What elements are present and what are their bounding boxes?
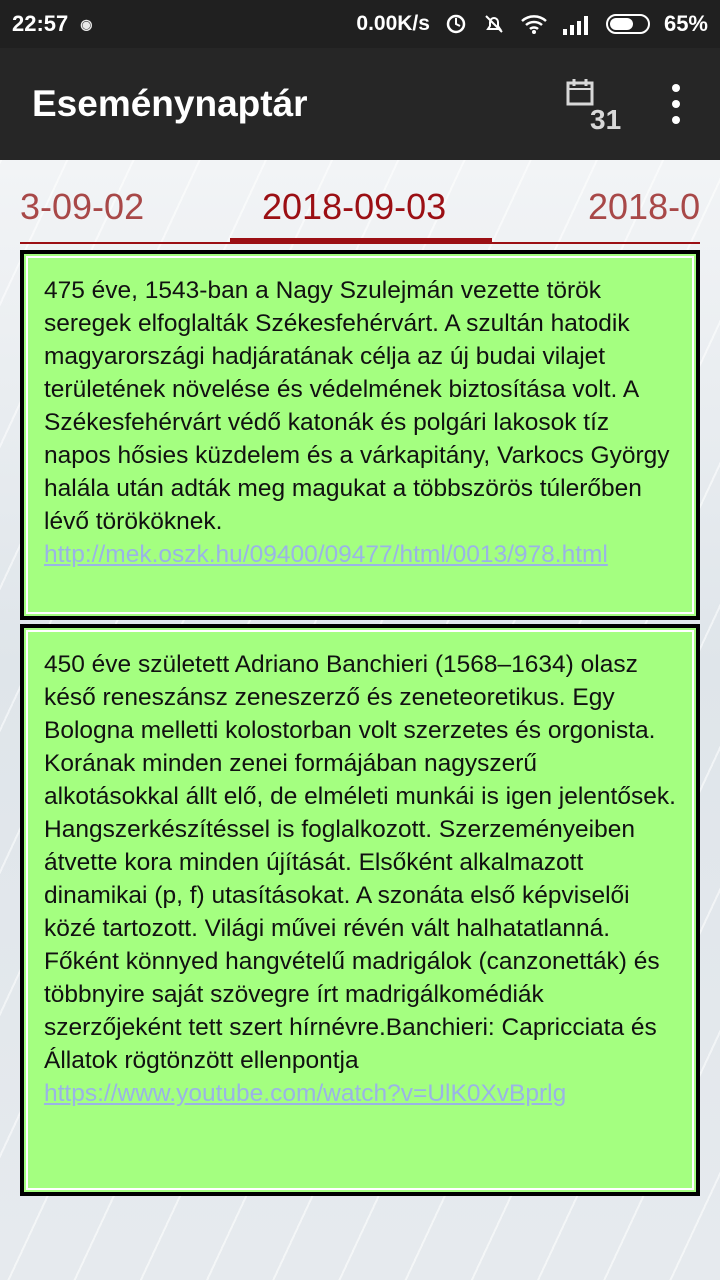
- event-link[interactable]: http://mek.oszk.hu/09400/09477/html/0013…: [44, 538, 676, 571]
- event-link[interactable]: https://www.youtube.com/watch?v=UlK0XvBp…: [44, 1077, 676, 1110]
- sync-icon: [444, 12, 468, 36]
- more-vert-icon[interactable]: [660, 84, 692, 124]
- network-speed: 0.00K/s: [356, 12, 430, 35]
- tab-current-date[interactable]: 2018-09-03: [262, 186, 446, 228]
- date-tabs: 3-09-02 2018-09-03 2018-0: [0, 160, 720, 246]
- calendar-button[interactable]: 31: [566, 74, 626, 136]
- selected-tab-indicator: [230, 238, 492, 244]
- status-time: 22:57: [12, 11, 69, 36]
- status-bar: 22:57 ◉ 0.00K/s 65%: [0, 0, 720, 48]
- tab-previous-date[interactable]: 3-09-02: [20, 186, 144, 228]
- battery-icon: [605, 14, 650, 34]
- event-card: 475 éve, 1543-ban a Nagy Szulejmán vezet…: [20, 250, 700, 620]
- mute-bell-icon: [482, 12, 506, 36]
- event-text: 450 éve született Adriano Banchieri (156…: [44, 651, 676, 1074]
- event-card: 450 éve született Adriano Banchieri (156…: [20, 624, 700, 1196]
- app-title: Eseménynaptár: [32, 83, 308, 124]
- app-bar: Eseménynaptár 31: [0, 48, 720, 160]
- notification-icon: ◉: [80, 15, 93, 32]
- battery-percent: 65%: [663, 11, 708, 36]
- calendar-day-number: 31: [590, 104, 622, 135]
- wifi-icon: [520, 13, 548, 35]
- tab-next-date[interactable]: 2018-0: [588, 186, 700, 228]
- event-text: 475 éve, 1543-ban a Nagy Szulejmán vezet…: [44, 277, 670, 535]
- signal-icon: [562, 13, 592, 35]
